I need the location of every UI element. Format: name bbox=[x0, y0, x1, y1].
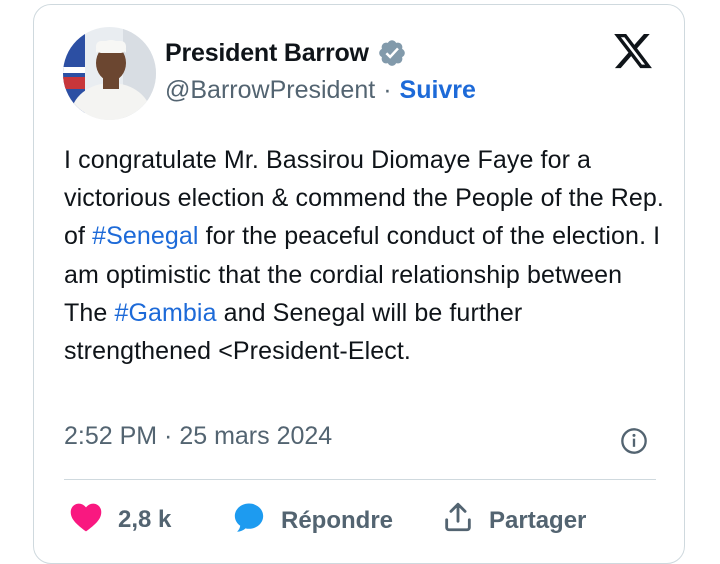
reply-button[interactable]: Répondre bbox=[231, 500, 393, 541]
separator-dot: · bbox=[383, 76, 392, 104]
like-count: 2,8 k bbox=[118, 505, 172, 533]
author-name-row: President Barrow bbox=[165, 38, 407, 68]
like-button[interactable]: 2,8 k bbox=[68, 500, 171, 539]
tweet-timestamp[interactable]: 2:52 PM · 25 mars 2024 bbox=[64, 422, 332, 451]
verified-badge-icon bbox=[377, 38, 407, 68]
share-label: Partager bbox=[489, 506, 587, 534]
follow-button[interactable]: Suivre bbox=[400, 76, 476, 105]
avatar[interactable] bbox=[63, 27, 156, 120]
reply-label: Répondre bbox=[281, 506, 394, 534]
hashtag-link-senegal[interactable]: #Senegal bbox=[92, 222, 198, 250]
action-bar: 2,8 k Répondre Partager bbox=[0, 500, 720, 540]
hashtag-link-gambia[interactable]: #Gambia bbox=[114, 299, 216, 327]
divider bbox=[64, 479, 656, 480]
author-handle[interactable]: @BarrowPresident bbox=[165, 76, 375, 105]
share-button[interactable]: Partager bbox=[441, 500, 586, 541]
info-icon[interactable] bbox=[620, 427, 648, 455]
x-logo-icon[interactable] bbox=[612, 30, 654, 72]
tweet-text: I congratulate Mr. Bassirou Diomaye Faye… bbox=[64, 141, 664, 370]
heart-icon bbox=[68, 500, 104, 539]
reply-bubble-icon bbox=[231, 500, 267, 541]
author-display-name[interactable]: President Barrow bbox=[165, 39, 369, 68]
author-handle-row: @BarrowPresident · Suivre bbox=[165, 76, 476, 105]
share-icon bbox=[441, 500, 475, 541]
